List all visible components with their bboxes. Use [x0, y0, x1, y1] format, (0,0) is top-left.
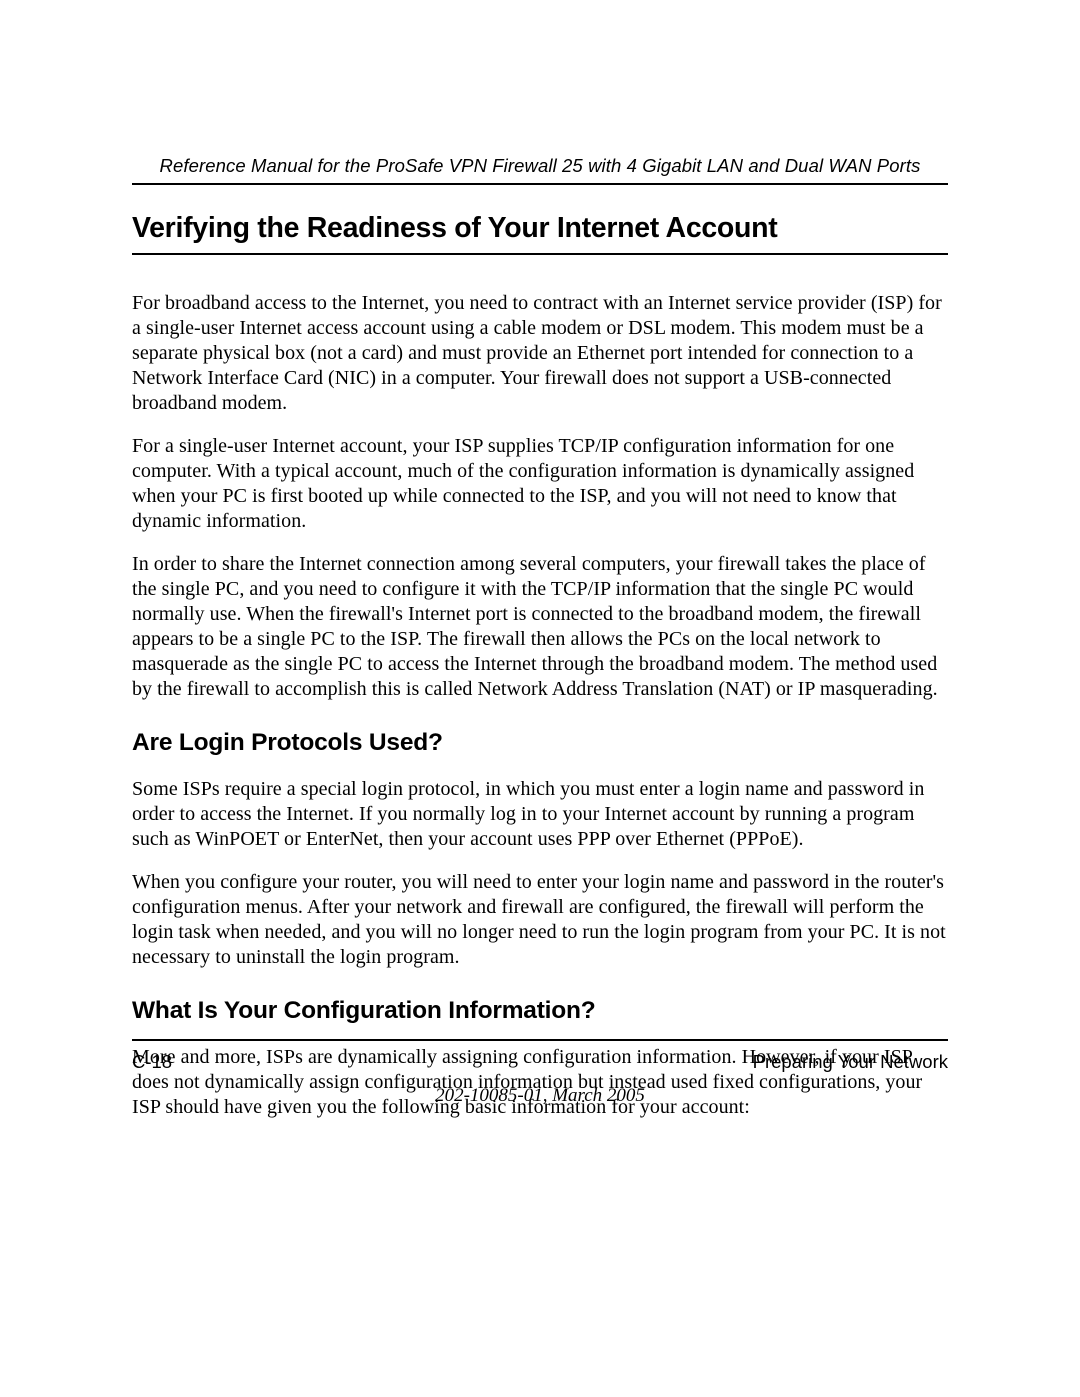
document-page: Reference Manual for the ProSafe VPN Fir…	[0, 0, 1080, 1120]
heading-2: Are Login Protocols Used?	[132, 729, 948, 757]
footer-section-title: Preparing Your Network	[753, 1051, 948, 1073]
heading-divider	[132, 253, 948, 255]
footer-doc-info: 202-10085-01, March 2005	[132, 1085, 948, 1107]
body-paragraph: In order to share the Internet connectio…	[132, 552, 948, 702]
running-header: Reference Manual for the ProSafe VPN Fir…	[132, 155, 948, 177]
footer-divider	[132, 1039, 948, 1041]
body-paragraph: Some ISPs require a special login protoc…	[132, 777, 948, 852]
page-number: C-18	[132, 1051, 172, 1073]
heading-2: What Is Your Configuration Information?	[132, 997, 948, 1025]
body-paragraph: When you configure your router, you will…	[132, 870, 948, 970]
heading-1: Verifying the Readiness of Your Internet…	[132, 212, 948, 245]
page-footer: C-18 Preparing Your Network 202-10085-01…	[132, 1039, 948, 1107]
body-paragraph: For a single-user Internet account, your…	[132, 434, 948, 534]
body-paragraph: For broadband access to the Internet, yo…	[132, 291, 948, 416]
header-divider	[132, 183, 948, 185]
footer-row: C-18 Preparing Your Network	[132, 1051, 948, 1073]
